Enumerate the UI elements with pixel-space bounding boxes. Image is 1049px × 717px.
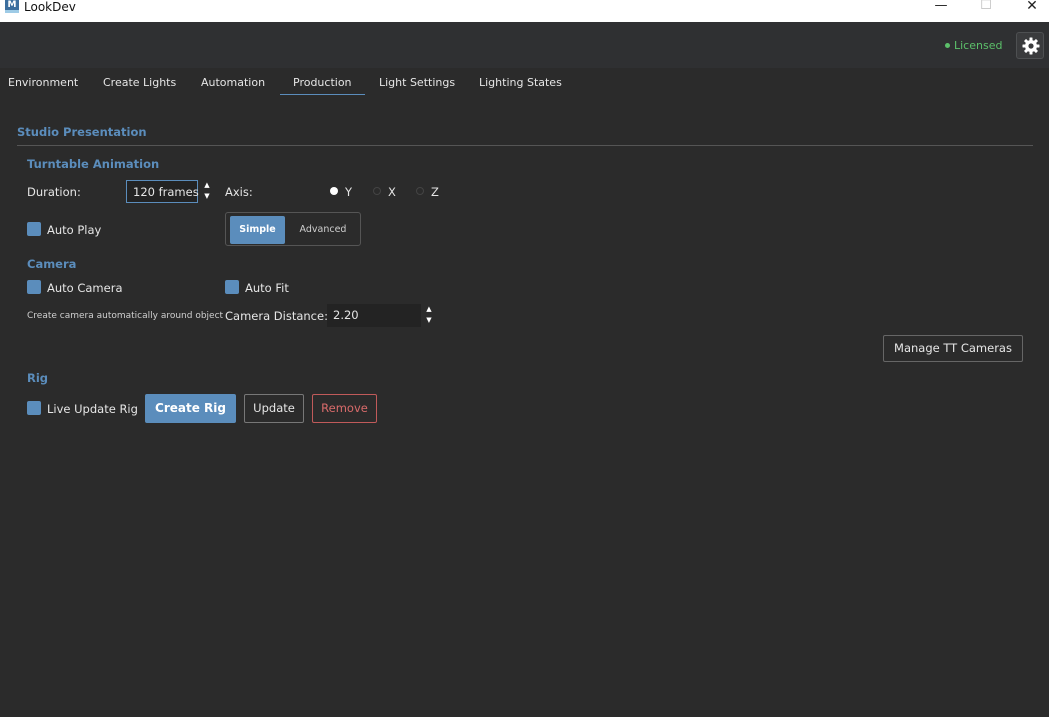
section-title-studio-presentation: Studio Presentation (17, 125, 147, 139)
app-icon: M (5, 0, 19, 13)
axis-option-x-label: X (388, 185, 396, 199)
license-status-label: Licensed (954, 39, 1003, 52)
axis-radio-z[interactable] (416, 187, 424, 195)
tab-automation[interactable]: Automation (201, 76, 265, 89)
app-header: Licensed (0, 22, 1049, 68)
chevron-down-icon[interactable]: ▼ (422, 315, 436, 326)
camera-distance-label: Camera Distance: (225, 309, 328, 323)
minimize-icon[interactable]: — (926, 0, 956, 14)
tab-production[interactable]: Production (280, 76, 365, 95)
auto-play-label: Auto Play (47, 223, 102, 237)
axis-option-y-label: Y (345, 185, 353, 199)
live-update-rig-checkbox[interactable] (27, 401, 41, 415)
tab-create-lights[interactable]: Create Lights (103, 76, 176, 89)
camera-distance-spinbox[interactable]: 2.20 ▲ ▼ (327, 304, 437, 327)
live-update-rig-label: Live Update Rig (47, 402, 138, 416)
window-title: LookDev (24, 0, 76, 14)
group-title-turntable: Turntable Animation (27, 157, 160, 171)
auto-camera-label: Auto Camera (47, 281, 123, 295)
status-dot-icon (945, 42, 950, 48)
auto-camera-checkbox[interactable] (27, 280, 41, 294)
chevron-up-icon[interactable]: ▲ (200, 180, 214, 191)
duration-label: Duration: (27, 185, 81, 199)
tab-bar: Environment Create Lights Automation Pro… (0, 68, 1049, 98)
maximize-icon[interactable]: ☐ (971, 0, 1001, 14)
mode-toggle-group: Simple Advanced (225, 212, 361, 246)
section-divider (17, 145, 1033, 146)
close-icon[interactable]: ✕ (1017, 0, 1047, 14)
gear-icon (1022, 37, 1040, 55)
auto-fit-label: Auto Fit (245, 281, 289, 295)
duration-input[interactable]: 120 frames (126, 180, 199, 203)
axis-option-z-label: Z (431, 185, 439, 199)
tab-environment[interactable]: Environment (8, 76, 78, 89)
auto-camera-hint: Create camera automatically around objec… (27, 311, 224, 321)
axis-radio-y[interactable] (330, 187, 338, 195)
settings-button[interactable] (1016, 32, 1044, 59)
mode-advanced-button[interactable]: Advanced (290, 216, 356, 244)
update-rig-button[interactable]: Update (244, 394, 304, 423)
duration-stepper[interactable]: ▲ ▼ (200, 180, 214, 203)
license-status: Licensed (945, 39, 1002, 52)
axis-label: Axis: (225, 185, 253, 199)
remove-rig-button[interactable]: Remove (312, 394, 377, 423)
axis-radio-x[interactable] (373, 187, 381, 195)
group-title-rig: Rig (27, 371, 49, 385)
chevron-up-icon[interactable]: ▲ (422, 304, 436, 315)
duration-spinbox[interactable]: 120 frames ▲ ▼ (126, 180, 214, 203)
tab-light-settings[interactable]: Light Settings (379, 76, 455, 89)
camera-distance-input[interactable]: 2.20 (327, 304, 421, 327)
chevron-down-icon[interactable]: ▼ (200, 191, 214, 202)
group-title-camera: Camera (27, 257, 77, 271)
window-titlebar: M LookDev — ☐ ✕ (0, 0, 1049, 22)
auto-fit-checkbox[interactable] (225, 280, 239, 294)
create-rig-button[interactable]: Create Rig (145, 394, 236, 423)
camera-distance-stepper[interactable]: ▲ ▼ (422, 304, 436, 327)
mode-simple-button[interactable]: Simple (230, 216, 285, 244)
tab-lighting-states[interactable]: Lighting States (479, 76, 562, 89)
manage-tt-cameras-button[interactable]: Manage TT Cameras (883, 335, 1023, 362)
auto-play-checkbox[interactable] (27, 222, 41, 236)
